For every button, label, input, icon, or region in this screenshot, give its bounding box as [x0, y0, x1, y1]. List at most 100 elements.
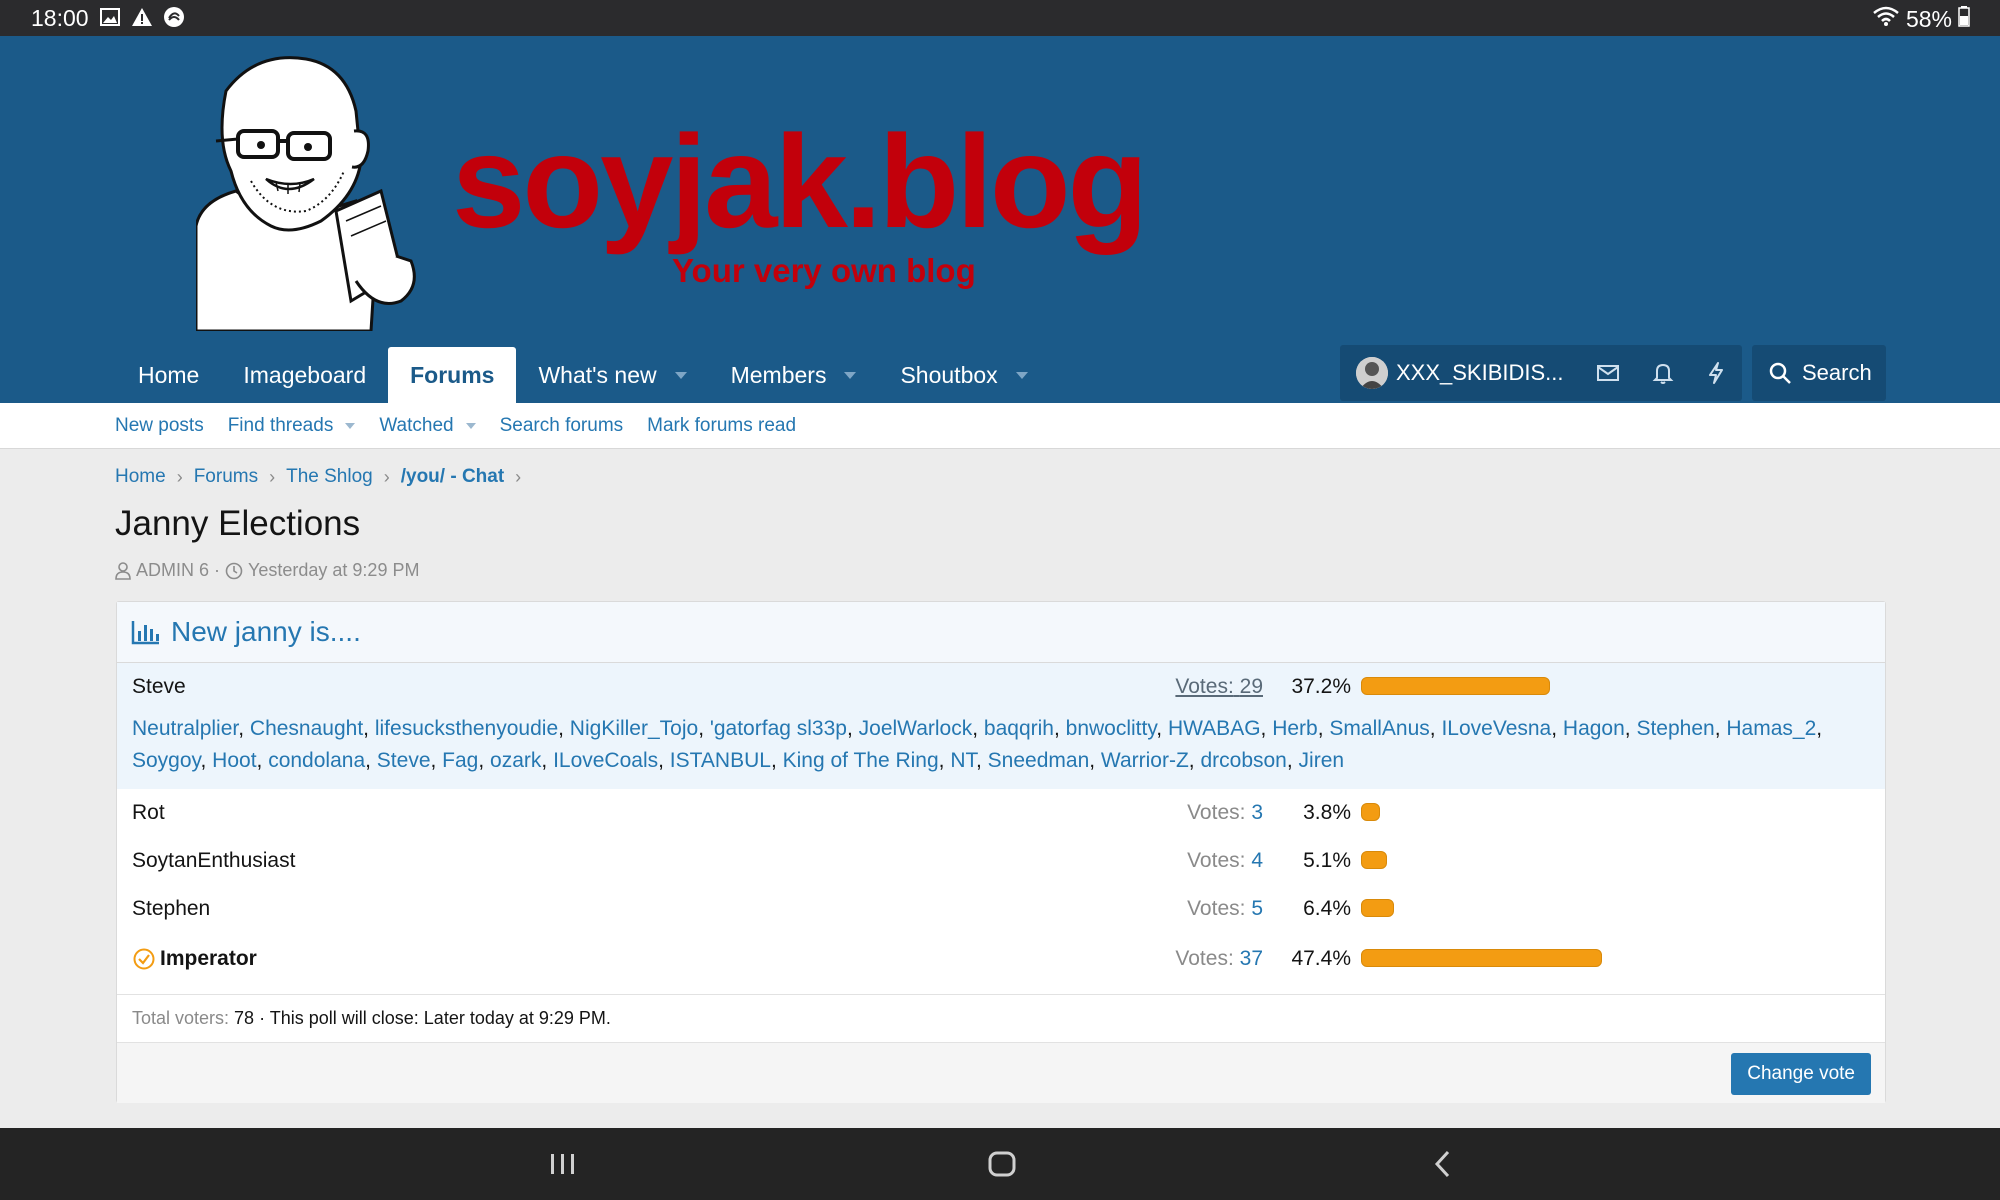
tab-shoutbox-label: Shoutbox	[900, 361, 998, 388]
voter-link[interactable]: SmallAnus	[1329, 717, 1429, 740]
chevron-down-icon[interactable]	[1015, 371, 1028, 379]
home-circle-icon[interactable]	[987, 1146, 1017, 1182]
breadcrumb-forums[interactable]: Forums	[194, 466, 258, 488]
poll-votes[interactable]: Votes: 4	[1063, 849, 1263, 873]
poll-percent: 37.2%	[1291, 675, 1351, 698]
battery-text: 58%	[1905, 5, 1952, 32]
voter-link[interactable]: Warrior-Z	[1101, 749, 1189, 772]
tab-shoutbox[interactable]: Shoutbox	[878, 347, 1049, 403]
voter-link[interactable]: NT	[950, 749, 976, 772]
tab-home[interactable]: Home	[116, 347, 221, 403]
voter-link[interactable]: Hagon	[1563, 717, 1625, 740]
voter-separator: ,	[1260, 717, 1273, 740]
voter-link[interactable]: condolana	[268, 749, 365, 772]
voter-link[interactable]: Stephen	[1636, 717, 1714, 740]
voter-link[interactable]: Sneedman	[988, 749, 1090, 772]
voter-separator: ,	[200, 749, 213, 772]
tab-forums[interactable]: Forums	[388, 347, 517, 403]
voter-link[interactable]: King of The Ring	[783, 749, 939, 772]
site-brand[interactable]: soyjak.blog	[452, 116, 1148, 248]
back-icon[interactable]	[1428, 1146, 1458, 1182]
voter-separator: ,	[238, 717, 250, 740]
chevron-down-icon[interactable]	[844, 371, 857, 379]
subnav-find-threads-label: Find threads	[227, 414, 334, 436]
chevron-down-icon[interactable]	[674, 371, 687, 379]
warning-notification-icon	[131, 6, 153, 28]
voter-link[interactable]: Jiren	[1299, 749, 1345, 772]
tab-whats-new[interactable]: What's new	[516, 347, 708, 403]
voter-link[interactable]: HWABAG	[1168, 717, 1261, 740]
voter-separator: ,	[1624, 717, 1637, 740]
voter-link[interactable]: Herb	[1272, 717, 1318, 740]
poll-percent: 5.1%	[1303, 849, 1351, 872]
poll-option-name: Imperator	[160, 947, 257, 970]
poll-bar-fill	[1361, 949, 1603, 967]
votes-count: 5	[1251, 897, 1263, 920]
change-vote-button[interactable]: Change vote	[1731, 1053, 1871, 1095]
voter-link[interactable]: ISTANBUL	[670, 749, 771, 772]
account-menu[interactable]: XXX_SKIBIDIS...	[1340, 345, 1580, 401]
poll-actions: Change vote	[117, 1042, 1885, 1103]
voter-link[interactable]: baqqrih	[984, 717, 1054, 740]
voter-link[interactable]: ILoveVesna	[1441, 717, 1551, 740]
poll-votes[interactable]: Votes: 3	[1063, 801, 1263, 825]
tab-imageboard[interactable]: Imageboard	[221, 347, 388, 403]
soyjak-logo-icon[interactable]	[196, 51, 446, 331]
voter-link[interactable]: drcobson	[1200, 749, 1286, 772]
inbox-button[interactable]	[1580, 345, 1636, 401]
poll-votes[interactable]: Votes: 37	[1063, 947, 1263, 971]
recent-apps-icon[interactable]	[548, 1146, 578, 1182]
voter-separator: ,	[972, 717, 984, 740]
breadcrumb-shlog[interactable]: The Shlog	[286, 466, 373, 488]
thread-author[interactable]: ADMIN 6	[136, 560, 209, 581]
voter-link[interactable]: Chesnaught	[250, 717, 363, 740]
subnav-search-forums[interactable]: Search forums	[500, 415, 624, 437]
voter-separator: ,	[1286, 749, 1299, 772]
voter-separator: ,	[1156, 717, 1168, 740]
avatar	[1356, 357, 1388, 389]
voter-separator: ,	[770, 749, 783, 772]
poll-option-label: SoytanEnthusiast	[132, 849, 296, 872]
poll-votes-toggle[interactable]: Votes: 29	[1063, 675, 1263, 699]
votes-count: 4	[1251, 849, 1263, 872]
voter-link[interactable]: 'gatorfag sl33p	[710, 717, 847, 740]
subnav-find-threads[interactable]: Find threads	[228, 415, 356, 437]
voter-link[interactable]: JoelWarlock	[859, 717, 973, 740]
subnav-new-posts[interactable]: New posts	[115, 415, 204, 437]
voter-list: Neutralplier, Chesnaught, lifesuckstheny…	[132, 711, 1870, 789]
voter-link[interactable]: lifesucksthenyoudie	[375, 717, 558, 740]
voter-link[interactable]: Fag	[442, 749, 478, 772]
chevron-down-icon[interactable]	[345, 422, 356, 429]
breadcrumb-home[interactable]: Home	[115, 466, 166, 488]
search-button[interactable]: Search	[1752, 345, 1886, 401]
voter-separator: ,	[1089, 749, 1101, 772]
envelope-icon	[1596, 365, 1619, 381]
voter-link[interactable]: Hoot	[212, 749, 256, 772]
poll-block: New janny is.... Steve Votes: 29 37.2% N…	[116, 601, 1886, 1103]
votes-count: 3	[1251, 801, 1263, 824]
voter-link[interactable]: Hamas_2	[1726, 717, 1816, 740]
voter-link[interactable]: ILoveCoals	[553, 749, 658, 772]
whats-new-flash-button[interactable]	[1690, 345, 1742, 401]
tab-members[interactable]: Members	[709, 347, 879, 403]
poll-bar-fill	[1361, 899, 1394, 917]
alerts-button[interactable]	[1636, 345, 1690, 401]
voter-separator: ,	[558, 717, 570, 740]
subnav-watched[interactable]: Watched	[379, 415, 476, 437]
poll-percent: 3.8%	[1303, 801, 1351, 824]
voter-link[interactable]: Soygoy	[132, 749, 201, 772]
poll-votes[interactable]: Votes: 5	[1063, 897, 1263, 921]
voter-separator: ,	[363, 717, 375, 740]
breadcrumb-you-chat[interactable]: /you/ - Chat	[401, 466, 504, 488]
voter-link[interactable]: Neutralplier	[132, 717, 238, 740]
chevron-down-icon[interactable]	[465, 422, 476, 429]
voter-link[interactable]: ozark	[490, 749, 541, 772]
total-voters-count: 78	[234, 1008, 255, 1028]
subnav-mark-read[interactable]: Mark forums read	[647, 415, 796, 437]
voter-link[interactable]: bnwoclitty	[1066, 717, 1157, 740]
thread-date[interactable]: Yesterday at 9:29 PM	[248, 560, 419, 581]
voter-link[interactable]: Steve	[377, 749, 431, 772]
clock-icon	[225, 562, 243, 579]
voter-link[interactable]: NigKiller_Tojo	[570, 717, 698, 740]
battery-icon	[1958, 5, 1970, 33]
